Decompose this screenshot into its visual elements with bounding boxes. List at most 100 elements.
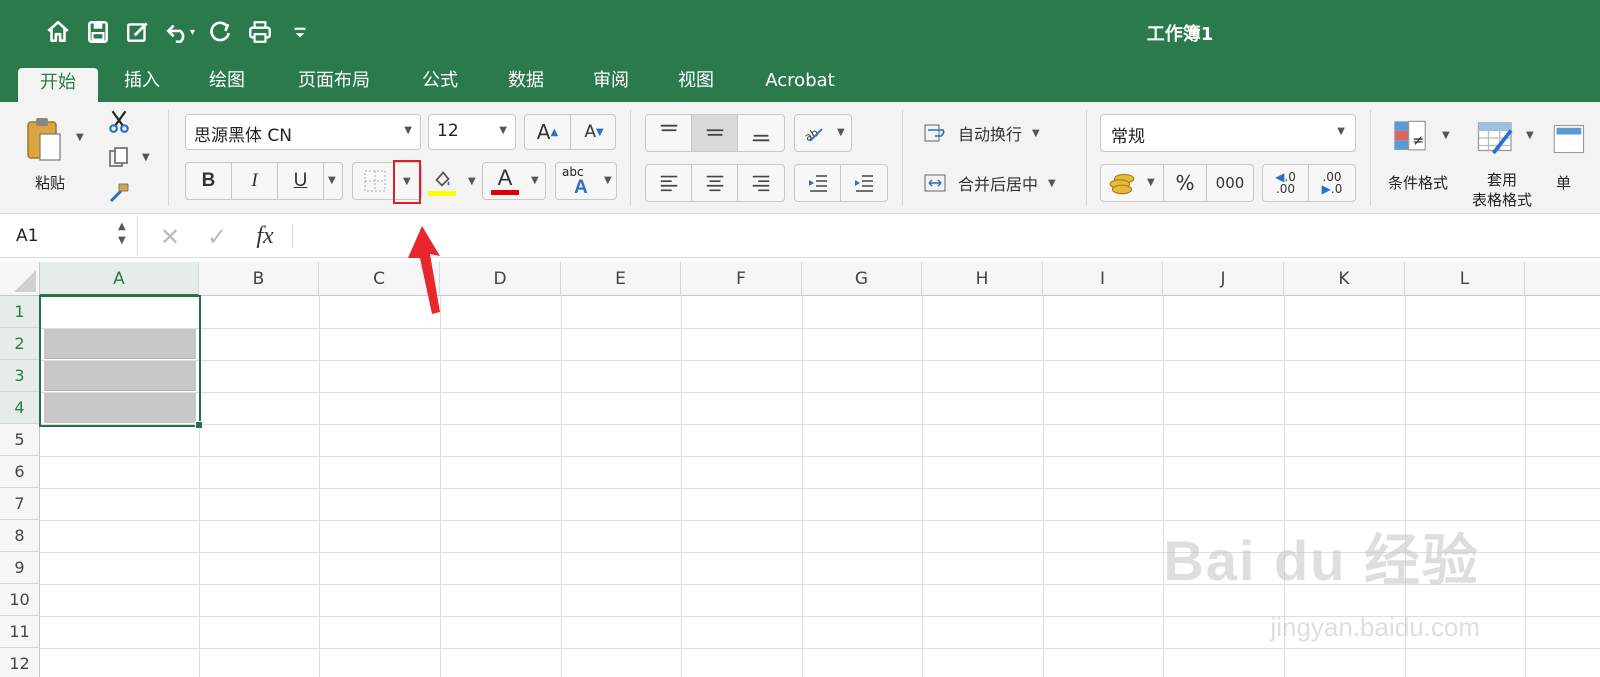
column-header-b[interactable]: B bbox=[199, 262, 319, 296]
tab-home[interactable]: 开始 bbox=[18, 68, 98, 102]
fill-handle[interactable] bbox=[195, 421, 203, 429]
row-header-1[interactable]: 1 bbox=[0, 296, 40, 328]
enter-icon[interactable]: ✓ bbox=[202, 222, 232, 252]
comma-style-button[interactable]: 000 bbox=[1207, 165, 1253, 201]
column-header-h[interactable]: H bbox=[922, 262, 1043, 296]
grid-line bbox=[40, 392, 1600, 393]
row-header-11[interactable]: 11 bbox=[0, 616, 40, 648]
conditional-format-dropdown-icon[interactable]: ▼ bbox=[1442, 130, 1450, 141]
customize-icon[interactable] bbox=[280, 14, 320, 50]
cancel-icon[interactable]: ✕ bbox=[155, 222, 185, 252]
align-left-icon[interactable] bbox=[646, 165, 692, 201]
format-as-table-dropdown-icon[interactable]: ▼ bbox=[1526, 130, 1534, 141]
select-all-button[interactable] bbox=[0, 262, 40, 296]
underline-dropdown-icon[interactable]: ▼ bbox=[328, 175, 336, 186]
row-header-12[interactable]: 12 bbox=[0, 648, 40, 677]
currency-dropdown-icon[interactable]: ▼ bbox=[1147, 177, 1155, 188]
increase-decimal-button[interactable]: ◀.0 .00 bbox=[1263, 165, 1309, 201]
align-top-icon[interactable] bbox=[646, 115, 692, 151]
column-header-g[interactable]: G bbox=[802, 262, 922, 296]
column-header-e[interactable]: E bbox=[561, 262, 681, 296]
row-header-6[interactable]: 6 bbox=[0, 456, 40, 488]
edit-icon[interactable] bbox=[118, 14, 158, 50]
fill-color-dropdown-icon[interactable]: ▼ bbox=[468, 176, 476, 187]
row-header-3[interactable]: 3 bbox=[0, 360, 40, 392]
font-name-dropdown-icon[interactable]: ▼ bbox=[404, 125, 412, 136]
row-header-7[interactable]: 7 bbox=[0, 488, 40, 520]
copy-dropdown-icon[interactable]: ▼ bbox=[142, 152, 150, 163]
copy-icon[interactable] bbox=[104, 142, 134, 172]
row-header-5[interactable]: 5 bbox=[0, 424, 40, 456]
column-header-f[interactable]: F bbox=[681, 262, 802, 296]
row-header-8[interactable]: 8 bbox=[0, 520, 40, 552]
percent-button[interactable]: % bbox=[1163, 165, 1207, 201]
tab-page-layout[interactable]: 页面布局 bbox=[282, 66, 386, 102]
font-color-button[interactable]: A bbox=[483, 163, 527, 199]
column-header-a[interactable]: A bbox=[40, 262, 199, 296]
tab-review[interactable]: 审阅 bbox=[579, 66, 643, 102]
bold-button[interactable]: B bbox=[186, 163, 232, 199]
conditional-format-icon[interactable]: ≠ bbox=[1386, 114, 1436, 162]
align-right-icon[interactable] bbox=[738, 165, 784, 201]
phonetic-dropdown-icon[interactable]: ▼ bbox=[604, 175, 612, 186]
tab-formulas[interactable]: 公式 bbox=[408, 66, 472, 102]
paste-button[interactable] bbox=[16, 110, 72, 170]
merge-center-button[interactable]: 合并后居中 ▼ bbox=[920, 168, 1070, 198]
name-box-stepper-icon[interactable]: ▲ ▼ bbox=[118, 220, 126, 248]
redo-icon[interactable] bbox=[200, 14, 240, 50]
insert-function-button[interactable]: fx bbox=[248, 220, 282, 252]
row-header-10[interactable]: 10 bbox=[0, 584, 40, 616]
fill-color-button[interactable] bbox=[424, 162, 460, 198]
decrease-decimal-button[interactable]: .00 ▶.0 bbox=[1309, 165, 1355, 201]
align-middle-icon[interactable] bbox=[692, 115, 738, 151]
grow-font-button[interactable]: A ▲ bbox=[525, 115, 571, 149]
home-icon[interactable] bbox=[38, 14, 78, 50]
row-header-4[interactable]: 4 bbox=[0, 392, 40, 424]
decrease-indent-icon[interactable] bbox=[795, 165, 841, 201]
orientation-dropdown-icon[interactable]: ▼ bbox=[837, 127, 845, 138]
align-center-icon[interactable] bbox=[692, 165, 738, 201]
print-icon[interactable] bbox=[240, 14, 280, 50]
column-header-k[interactable]: K bbox=[1284, 262, 1405, 296]
cell-styles-icon[interactable] bbox=[1552, 116, 1600, 162]
paste-dropdown-icon[interactable]: ▼ bbox=[76, 132, 84, 143]
align-bottom-icon[interactable] bbox=[738, 115, 784, 151]
format-painter-icon[interactable] bbox=[104, 178, 134, 208]
grid-line bbox=[40, 488, 1600, 489]
format-as-table-icon[interactable] bbox=[1468, 114, 1524, 162]
formula-input[interactable] bbox=[300, 216, 1600, 256]
phonetic-group[interactable]: abc A ▼ bbox=[555, 162, 617, 200]
font-size-dropdown-icon[interactable]: ▼ bbox=[499, 125, 507, 136]
tab-acrobat[interactable]: Acrobat bbox=[750, 66, 850, 102]
undo-dropdown-icon[interactable]: ▾ bbox=[190, 27, 200, 38]
column-header-m[interactable] bbox=[1525, 262, 1600, 296]
tab-view[interactable]: 视图 bbox=[664, 66, 728, 102]
font-name-box[interactable]: 思源黑体 CN ▼ bbox=[185, 114, 421, 150]
row-header-9[interactable]: 9 bbox=[0, 552, 40, 584]
number-format-box[interactable]: 常规 ▼ bbox=[1100, 114, 1356, 152]
font-size-box[interactable]: 12 ▼ bbox=[428, 114, 516, 150]
increase-indent-icon[interactable] bbox=[841, 165, 887, 201]
column-header-i[interactable]: I bbox=[1043, 262, 1163, 296]
worksheet-grid[interactable]: A B C D E F G H I J K L 1 2 3 4 5 6 7 8 … bbox=[0, 262, 1600, 677]
wrap-text-button[interactable]: 自动换行 ▼ bbox=[920, 118, 1060, 148]
column-header-d[interactable]: D bbox=[440, 262, 561, 296]
merge-center-icon bbox=[924, 174, 946, 192]
borders-icon[interactable] bbox=[353, 163, 397, 199]
borders-dropdown-button[interactable]: ▼ bbox=[393, 160, 421, 204]
font-color-dropdown-icon[interactable]: ▼ bbox=[531, 175, 539, 186]
shrink-font-button[interactable]: A ▼ bbox=[571, 115, 617, 149]
italic-button[interactable]: I bbox=[232, 163, 278, 199]
cut-icon[interactable] bbox=[104, 106, 134, 136]
name-box[interactable]: A1 ▲ ▼ bbox=[0, 216, 138, 256]
save-icon[interactable] bbox=[78, 14, 118, 50]
tab-data[interactable]: 数据 bbox=[494, 66, 558, 102]
column-header-l[interactable]: L bbox=[1405, 262, 1525, 296]
tab-insert[interactable]: 插入 bbox=[110, 66, 174, 102]
tab-draw[interactable]: 绘图 bbox=[195, 66, 259, 102]
orientation-group[interactable]: ab ▼ bbox=[794, 114, 852, 152]
column-header-j[interactable]: J bbox=[1163, 262, 1284, 296]
underline-button[interactable]: U bbox=[278, 163, 324, 199]
row-header-2[interactable]: 2 bbox=[0, 328, 40, 360]
currency-icon[interactable] bbox=[1101, 165, 1143, 201]
